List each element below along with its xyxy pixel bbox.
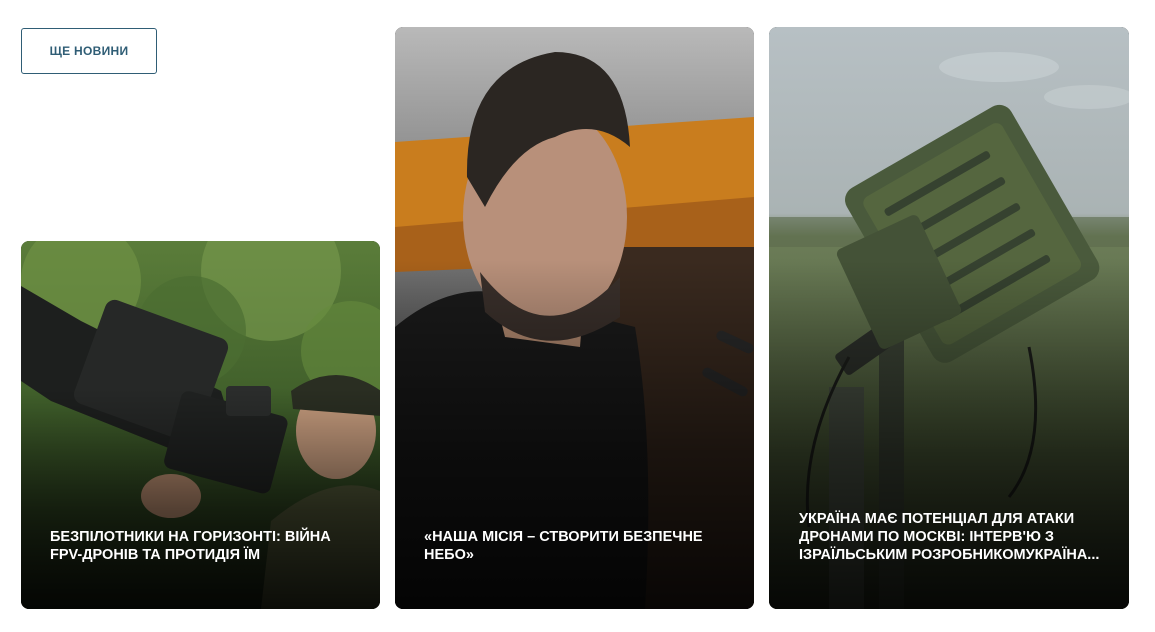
news-card-safe-sky[interactable]: «НАША МІСІЯ – СТВОРИТИ БЕЗПЕЧНЕ НЕБО» bbox=[395, 27, 754, 609]
news-card-fpv-drones[interactable]: БЕЗПІЛОТНИКИ НА ГОРИЗОНТІ: ВІЙНА FPV-ДРО… bbox=[21, 241, 380, 609]
news-card-title: «НАША МІСІЯ – СТВОРИТИ БЕЗПЕЧНЕ НЕБО» bbox=[424, 529, 703, 563]
card-shade bbox=[21, 388, 380, 609]
news-card-title: УКРАЇНА МАЄ ПОТЕНЦІАЛ ДЛЯ АТАКИ ДРОНАМИ … bbox=[799, 511, 1100, 563]
news-card-title: БЕЗПІЛОТНИКИ НА ГОРИЗОНТІ: ВІЙНА FPV-ДРО… bbox=[50, 529, 331, 563]
more-news-button[interactable]: ЩЕ НОВИНИ bbox=[21, 28, 157, 74]
news-card-moscow-drones[interactable]: УКРАЇНА МАЄ ПОТЕНЦІАЛ ДЛЯ АТАКИ ДРОНАМИ … bbox=[769, 27, 1129, 609]
